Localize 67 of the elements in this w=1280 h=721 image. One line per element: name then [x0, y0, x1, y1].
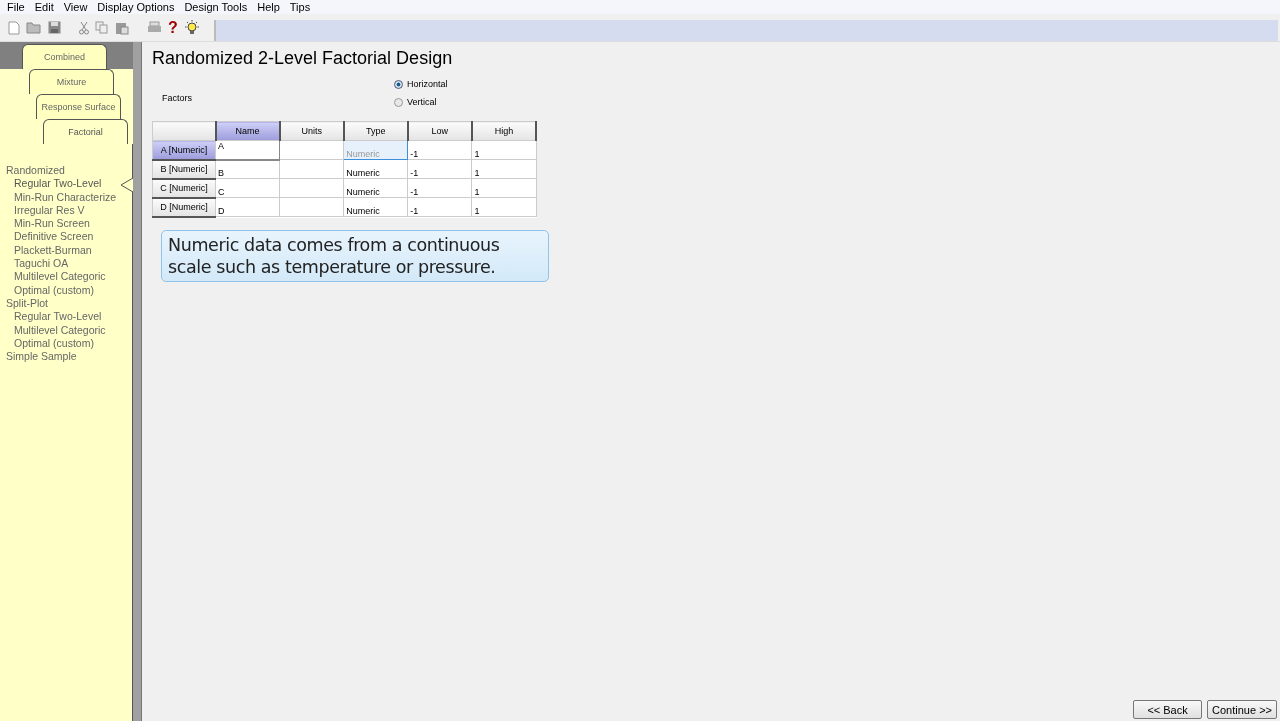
design-type-item[interactable]: Min-Run Characterize [0, 190, 132, 204]
design-tab[interactable]: Combined [22, 44, 107, 69]
design-type-item[interactable]: Regular Two-Level [0, 310, 132, 324]
design-tab[interactable]: Factorial [43, 119, 128, 144]
table-cell[interactable] [279, 178, 344, 198]
table-cell[interactable]: -1 [407, 178, 472, 198]
design-type-item[interactable]: Multilevel Categoric [0, 323, 132, 337]
light-bulb-icon[interactable] [183, 19, 200, 36]
menu-item[interactable]: Tips [284, 0, 316, 14]
table-cell[interactable]: Numeric [343, 197, 408, 217]
table-cell[interactable]: 1 [471, 197, 536, 217]
table-cell[interactable]: C [215, 178, 280, 198]
scissors-icon[interactable] [79, 20, 89, 35]
hint-callout: Numeric data comes from a continuous scale such as temperature or pressure. [161, 229, 549, 282]
table-cell[interactable]: 1 [471, 178, 536, 198]
table-cell[interactable]: A [215, 140, 280, 160]
menu-item[interactable]: Display Options [92, 0, 180, 14]
save-icon[interactable] [48, 21, 61, 34]
table-cell[interactable] [279, 140, 344, 160]
design-type-item[interactable]: Multilevel Categoric [0, 270, 132, 284]
column-header[interactable]: Name [215, 121, 280, 141]
table-cell[interactable]: B [215, 159, 280, 179]
table-cell[interactable]: 1 [471, 159, 536, 179]
page-title: Randomized 2-Level Factorial Design [152, 48, 454, 69]
column-header[interactable]: Type [343, 121, 408, 141]
design-type-item[interactable]: Min-Run Screen [0, 217, 132, 231]
column-header[interactable]: High [471, 121, 536, 141]
factors-label: Factors [162, 93, 193, 103]
design-group-item[interactable]: Simple Sample [0, 350, 132, 364]
table-cell[interactable]: 1 [471, 140, 536, 160]
design-type-item[interactable]: Plackett-Burman [0, 243, 132, 258]
printer-icon[interactable] [147, 21, 162, 34]
menu-item[interactable]: File [2, 0, 30, 14]
table-cell[interactable]: Numeric [343, 178, 408, 198]
design-type-item[interactable]: Optimal (custom) [0, 283, 132, 297]
new-file-icon[interactable] [8, 20, 20, 35]
nav-button[interactable]: << Back [1133, 700, 1203, 719]
copy-icon[interactable] [95, 21, 109, 34]
design-type-item[interactable]: Taguchi OA [0, 257, 132, 271]
design-tab[interactable]: Response Surface [36, 94, 121, 119]
menu-item[interactable]: View [58, 0, 93, 14]
panel-splitter[interactable] [133, 42, 142, 721]
table-cell[interactable]: -1 [407, 197, 472, 217]
design-group-item[interactable]: Split-Plot [0, 296, 132, 311]
design-type-item[interactable]: Optimal (custom) [0, 336, 132, 351]
table-cell[interactable]: -1 [407, 140, 472, 160]
nav-button[interactable]: Continue >> [1207, 700, 1277, 719]
table-cell[interactable] [279, 197, 344, 217]
help-button[interactable]: ? [168, 18, 178, 37]
design-type-item[interactable]: Regular Two-Level [0, 177, 132, 191]
design-type-item[interactable]: Irregular Res V [0, 203, 132, 218]
design-type-item[interactable]: Definitive Screen [0, 230, 132, 244]
open-folder-icon[interactable] [26, 21, 42, 34]
table-cell[interactable]: -1 [407, 159, 472, 179]
table-cell[interactable] [279, 159, 344, 179]
menu-item[interactable]: Help [252, 0, 285, 14]
paste-icon[interactable] [115, 20, 129, 35]
design-tab[interactable]: Mixture [29, 69, 114, 94]
design-group-item[interactable]: Randomized [0, 164, 132, 178]
menu-item[interactable]: Design Tools [179, 0, 253, 14]
orientation-radio[interactable]: Horizontal [394, 79, 448, 89]
column-header[interactable]: Units [279, 121, 344, 141]
table-cell[interactable]: Numeric [343, 159, 408, 179]
menu-item[interactable]: Edit [29, 0, 59, 14]
table-cell[interactable]: D [215, 197, 280, 217]
orientation-radio[interactable]: Vertical [394, 97, 448, 107]
column-header[interactable]: Low [407, 121, 472, 141]
